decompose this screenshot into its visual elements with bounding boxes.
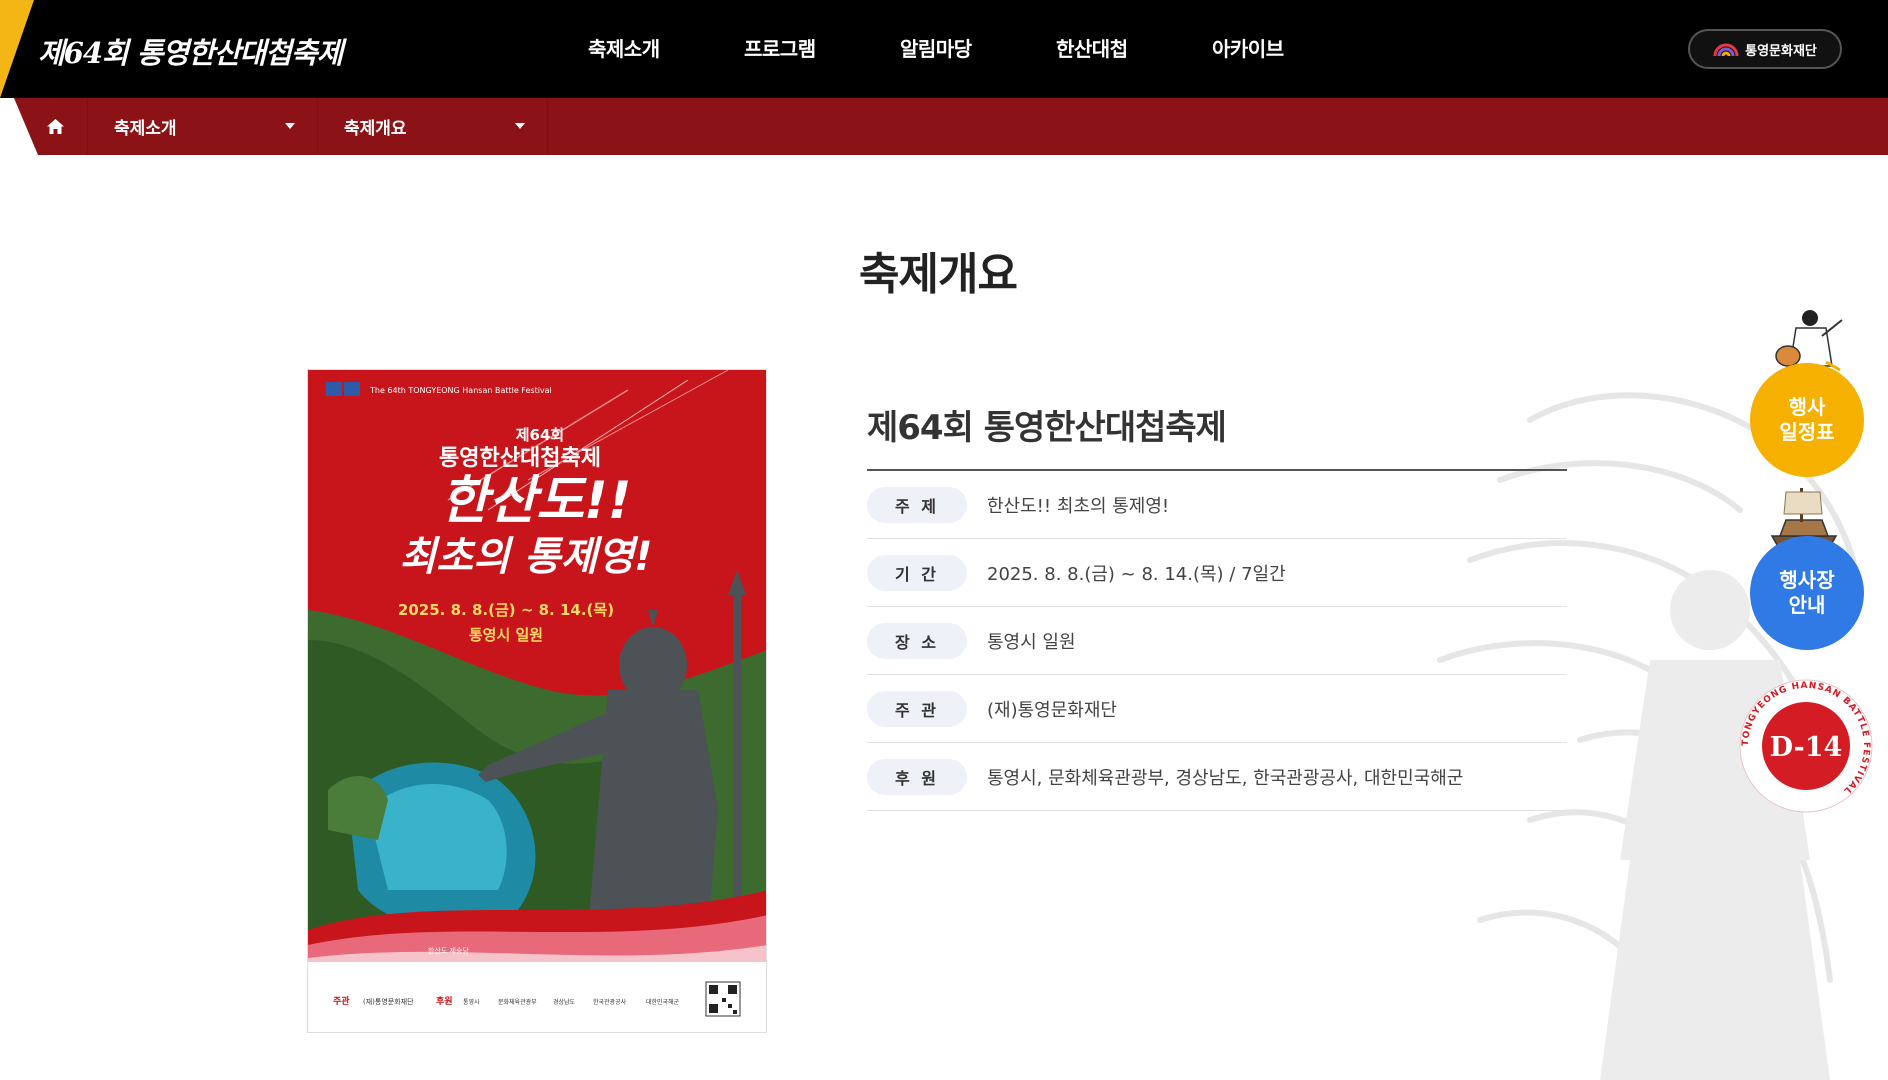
info-row-theme: 주 제 한산도!! 최초의 통제영! xyxy=(867,471,1567,539)
header-accent xyxy=(0,0,34,98)
qr-code-icon xyxy=(705,981,741,1017)
chevron-down-icon xyxy=(285,123,295,129)
info-value: 2025. 8. 8.(금) ~ 8. 14.(목) / 7일간 xyxy=(987,563,1286,585)
schedule-quick-button[interactable]: 행사 일정표 xyxy=(1750,363,1864,477)
poster-venue: 통영시 일원 xyxy=(469,626,543,644)
poster-edition: 제64회 xyxy=(516,426,564,444)
schedule-circle: 행사 일정표 xyxy=(1750,363,1864,477)
info-label: 후 원 xyxy=(867,758,967,795)
info-value: (재)통영문화재단 xyxy=(987,699,1117,721)
poster-dates: 2025. 8. 8.(금) ~ 8. 14.(목) xyxy=(398,601,614,619)
poster-host-label: 주관 xyxy=(333,995,350,1007)
poster-caption: 한산도 제승당 xyxy=(428,946,469,955)
poster-host-name: (재)통영문화재단 xyxy=(363,997,414,1006)
home-icon xyxy=(47,119,64,134)
poster-slogan-2: 최초의 통제영! xyxy=(400,534,653,580)
main-nav: 축제소개 프로그램 알림마당 한산대첩 아카이브 xyxy=(588,33,1368,62)
venue-label-line1: 행사장 xyxy=(1779,568,1835,592)
nav-item-notice[interactable]: 알림마당 xyxy=(900,33,1056,62)
page-title: 축제개요 xyxy=(859,249,1018,300)
site-logo[interactable]: 제64회 통영한산대첩축제 xyxy=(38,30,343,72)
depth1-dropdown[interactable]: 축제소개 xyxy=(88,98,318,155)
festival-info-table: 주 제 한산도!! 최초의 통제영! 기 간 2025. 8. 8.(금) ~ … xyxy=(867,471,1567,811)
poster-sponsor-1: 통영시 xyxy=(463,998,480,1006)
info-row-organizer: 주 관 (재)통영문화재단 xyxy=(867,675,1567,743)
dday-count: D-14 xyxy=(1770,732,1843,763)
festival-poster: The 64th TONGYEONG Hansan Battle Festiva… xyxy=(307,369,767,1033)
info-label: 주 제 xyxy=(867,486,967,523)
info-label: 기 간 xyxy=(867,554,967,591)
info-label: 장 소 xyxy=(867,622,967,659)
foundation-logo-icon xyxy=(1713,43,1739,57)
venue-label-line2: 안내 xyxy=(1788,593,1826,617)
poster-header-text: The 64th TONGYEONG Hansan Battle Festiva… xyxy=(369,386,552,395)
info-value: 한산도!! 최초의 통제영! xyxy=(987,495,1170,517)
poster-sponsor-2: 문화체육관광부 xyxy=(498,998,537,1006)
info-value: 통영시 일원 xyxy=(987,631,1076,653)
depth2-dropdown[interactable]: 축제개요 xyxy=(318,98,548,155)
schedule-label-line1: 행사 xyxy=(1788,395,1826,419)
info-row-sponsors: 후 원 통영시, 문화체육관광부, 경상남도, 한국관광공사, 대한민국해군 xyxy=(867,743,1567,811)
info-value: 통영시, 문화체육관광부, 경상남도, 한국관광공사, 대한민국해군 xyxy=(987,767,1464,789)
info-row-period: 기 간 2025. 8. 8.(금) ~ 8. 14.(목) / 7일간 xyxy=(867,539,1567,607)
venue-guide-quick-button[interactable]: 행사장 안내 xyxy=(1750,536,1864,650)
venue-guide-circle: 행사장 안내 xyxy=(1750,536,1864,650)
poster-sponsor-label: 후원 xyxy=(436,995,453,1007)
dday-badge[interactable]: TONGYEONG HANSAN BATTLE FESTIVAL D-14 xyxy=(1736,676,1876,816)
foundation-link-button[interactable]: 통영문화재단 xyxy=(1688,29,1842,69)
poster-sponsor-3: 경상남도 xyxy=(553,998,576,1006)
nav-item-hansan-battle[interactable]: 한산대첩 xyxy=(1056,33,1212,62)
chevron-down-icon xyxy=(515,123,525,129)
nav-item-festival-intro[interactable]: 축제소개 xyxy=(588,33,744,62)
depth1-label: 축제소개 xyxy=(114,119,177,139)
poster-festival-name: 통영한산대첩축제 xyxy=(439,446,601,471)
info-row-venue: 장 소 통영시 일원 xyxy=(867,607,1567,675)
nav-item-archive[interactable]: 아카이브 xyxy=(1212,33,1368,62)
poster-slogan-1: 한산도!! xyxy=(441,471,632,531)
home-button[interactable] xyxy=(24,98,88,155)
nav-item-program[interactable]: 프로그램 xyxy=(744,33,900,62)
info-label: 주 관 xyxy=(867,690,967,727)
location-bar: 축제소개 축제개요 xyxy=(14,98,1888,155)
poster-artwork: The 64th TONGYEONG Hansan Battle Festiva… xyxy=(308,370,766,1032)
foundation-label: 통영문화재단 xyxy=(1745,43,1817,59)
depth2-label: 축제개요 xyxy=(344,119,407,139)
festival-title: 제64회 통영한산대첩축제 xyxy=(867,408,1227,448)
header: 제64회 통영한산대첩축제 축제소개 프로그램 알림마당 한산대첩 아카이브 통… xyxy=(0,0,1888,98)
schedule-label-line2: 일정표 xyxy=(1779,420,1835,444)
poster-sponsor-5: 대한민국해군 xyxy=(646,998,680,1006)
poster-sponsor-4: 한국관광공사 xyxy=(593,998,627,1006)
